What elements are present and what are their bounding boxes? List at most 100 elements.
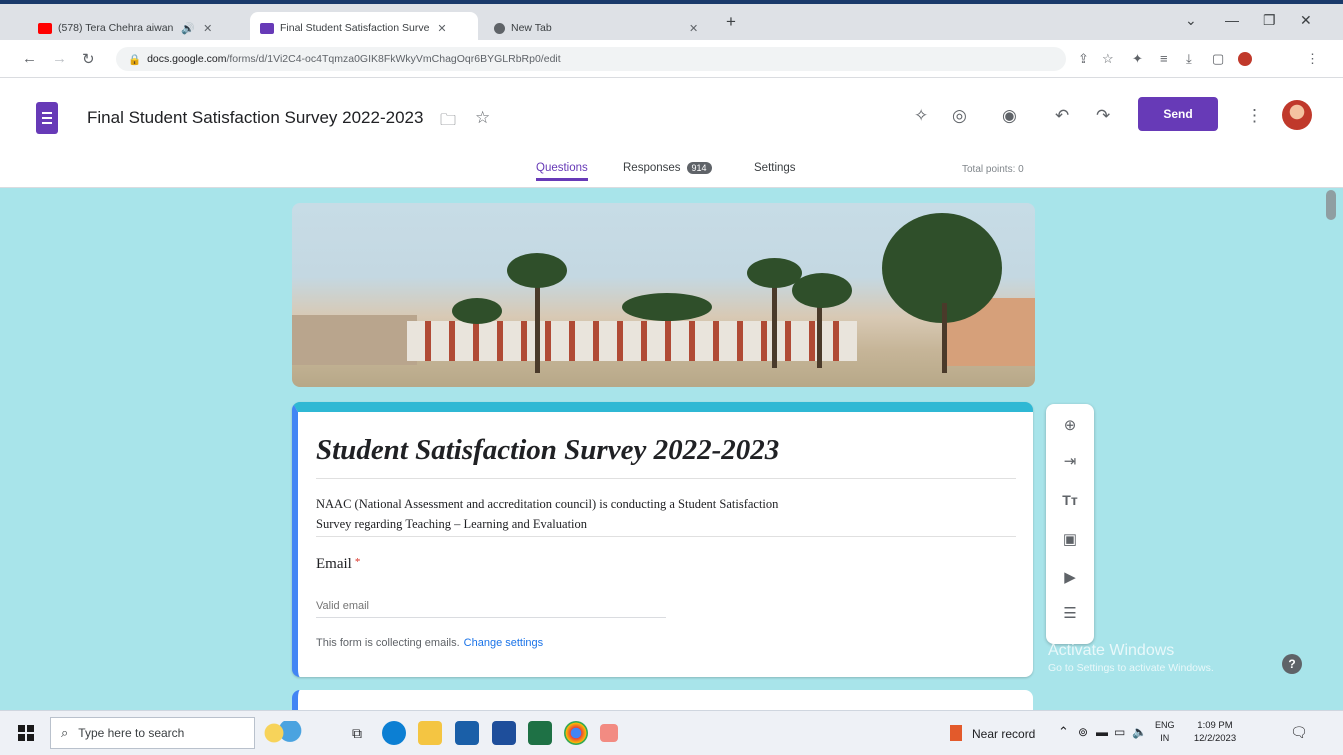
close-icon[interactable]: ✕	[437, 22, 446, 35]
clock-time: 1:09 PM	[1197, 720, 1233, 731]
battery-icon[interactable]: ▬	[1096, 725, 1108, 739]
activate-windows-watermark: Activate Windows Go to Settings to activ…	[1048, 642, 1214, 674]
add-section-icon[interactable]: ☰	[1060, 604, 1080, 622]
volume-icon[interactable]: 🔈	[1132, 725, 1147, 739]
chrome-icon	[494, 22, 505, 34]
more-options-icon[interactable]: ⋮	[1246, 106, 1263, 126]
display-icon[interactable]: ▭	[1114, 725, 1125, 739]
form-description-line: NAAC (National Assessment and accreditat…	[316, 497, 779, 511]
watermark-line: Go to Settings to activate Windows.	[1048, 662, 1214, 674]
undo-icon[interactable]: ↶	[1055, 106, 1069, 126]
send-button[interactable]: Send	[1138, 97, 1218, 131]
email-collection-note: This form is collecting emails. Change se…	[316, 637, 543, 649]
account-avatar[interactable]	[1282, 100, 1312, 130]
question-toolbar: ⊕ ⇥ Tт ▣ ▶ ☰	[1046, 404, 1094, 644]
tab-label: (578) Tera Chehra aiwan	[58, 22, 174, 34]
maximize-icon[interactable]: ❐	[1263, 12, 1276, 29]
required-asterisk: *	[354, 556, 361, 568]
search-icon: ⌕	[61, 725, 69, 740]
email-question-label: Email *	[316, 556, 360, 573]
tab-settings[interactable]: Settings	[754, 162, 796, 178]
extensions-icon[interactable]: ✦	[1132, 51, 1143, 67]
import-questions-icon[interactable]: ⇥	[1060, 452, 1080, 470]
tab-questions[interactable]: Questions	[536, 162, 588, 181]
form-title-card[interactable]: Student Satisfaction Survey 2022-2023 NA…	[292, 402, 1033, 677]
reload-icon[interactable]: ↻	[82, 50, 95, 68]
chevron-down-icon[interactable]: ⌄	[1185, 12, 1197, 29]
app-icon[interactable]	[600, 724, 618, 742]
google-forms-logo-icon[interactable]	[36, 102, 58, 134]
file-explorer-icon[interactable]	[418, 721, 442, 745]
help-button[interactable]: ?	[1282, 654, 1302, 674]
side-panel-icon[interactable]: ▢	[1212, 51, 1224, 67]
header-banner-image	[292, 203, 1035, 387]
add-video-icon[interactable]: ▶	[1060, 568, 1080, 586]
folder-icon[interactable]: 🗀	[440, 109, 456, 136]
mail-icon[interactable]	[455, 721, 479, 745]
url-field[interactable]: 🔒 docs.google.com /forms/d/1Vi2C4-oc4Tqm…	[116, 47, 1066, 71]
preview-eye-icon[interactable]: ◉	[1002, 106, 1017, 126]
lock-icon: 🔒	[128, 53, 142, 66]
close-icon[interactable]: ✕	[203, 22, 212, 35]
edge-icon[interactable]	[382, 721, 406, 745]
minimize-icon[interactable]: —	[1225, 12, 1239, 28]
close-window-icon[interactable]: ✕	[1300, 12, 1312, 29]
region-code: IN	[1160, 733, 1170, 743]
url-path: /forms/d/1Vi2C4-oc4Tqmza0GIK8FkWkyVmChag…	[226, 53, 561, 65]
notifications-icon[interactable]: 🗨	[1290, 724, 1308, 741]
url-host: docs.google.com	[147, 53, 227, 65]
download-icon[interactable]: ⤓	[1186, 51, 1192, 67]
divider	[316, 478, 1016, 479]
total-points: Total points: 0	[962, 164, 1024, 175]
excel-icon[interactable]	[528, 721, 552, 745]
back-icon[interactable]: ←	[22, 50, 37, 67]
forms-icon	[260, 22, 274, 34]
add-question-icon[interactable]: ⊕	[1060, 416, 1080, 434]
new-tab-button[interactable]: +	[726, 12, 736, 32]
tab-responses-label: Responses	[623, 162, 681, 174]
form-title[interactable]: Student Satisfaction Survey 2022-2023	[316, 434, 779, 467]
redo-icon[interactable]: ↷	[1096, 106, 1110, 126]
form-tabs: Questions Responses 914 Settings	[0, 162, 1343, 188]
email-field[interactable]	[316, 594, 666, 618]
menu-dots-icon[interactable]: ⋮	[1306, 51, 1319, 67]
reading-list-icon[interactable]: ≡	[1160, 51, 1168, 66]
taskbar-search-input[interactable]: ⌕ Type here to search	[50, 717, 255, 749]
change-settings-link[interactable]: Change settings	[464, 637, 544, 649]
weather-widget-icon[interactable]	[262, 721, 302, 745]
youtube-icon	[38, 22, 52, 34]
tab-responses[interactable]: Responses 914	[623, 162, 712, 178]
watermark-line: Activate Windows	[1048, 642, 1175, 659]
speaker-icon: 🔊	[181, 22, 196, 35]
profile-avatar[interactable]	[1238, 52, 1252, 66]
language-code: ENG	[1155, 720, 1175, 730]
clock[interactable]: 1:09 PM 12/2/2023	[1186, 719, 1244, 745]
divider	[316, 536, 1016, 537]
add-title-icon[interactable]: Tт	[1060, 492, 1080, 508]
bookmark-star-icon[interactable]: ☆	[1102, 51, 1114, 67]
browser-tab-strip: (578) Tera Chehra aiwan 🔊 ✕ Final Studen…	[0, 0, 1343, 44]
palette-icon[interactable]: ◎	[952, 106, 967, 126]
weather-alert-icon	[950, 725, 962, 741]
next-question-card[interactable]	[292, 690, 1033, 710]
weather-text[interactable]: Near record	[972, 727, 1035, 741]
word-icon[interactable]	[492, 721, 516, 745]
windows-start-icon[interactable]	[18, 725, 34, 741]
chrome-icon[interactable]	[564, 721, 588, 745]
form-document-title[interactable]: Final Student Satisfaction Survey 2022-2…	[87, 108, 423, 128]
star-icon[interactable]: ☆	[475, 108, 490, 128]
scrollbar[interactable]	[1326, 190, 1336, 220]
address-bar-row: ← → ↻ 🔒 docs.google.com /forms/d/1Vi2C4-…	[0, 40, 1343, 78]
chevron-up-icon[interactable]: ⌃	[1058, 724, 1069, 740]
add-image-icon[interactable]: ▣	[1060, 530, 1080, 548]
close-icon[interactable]: ✕	[689, 22, 698, 35]
share-icon[interactable]: ⇪	[1078, 51, 1089, 67]
addons-icon[interactable]: ✧	[914, 106, 928, 126]
network-icon[interactable]: ⊚	[1078, 725, 1088, 739]
forward-icon[interactable]: →	[52, 50, 67, 67]
task-view-icon[interactable]: ⧉	[345, 721, 369, 745]
email-label-text: Email	[316, 556, 352, 572]
language-indicator[interactable]: ENG IN	[1155, 719, 1175, 745]
form-description[interactable]: NAAC (National Assessment and accreditat…	[316, 494, 936, 534]
tab-label: Final Student Satisfaction Surve	[280, 22, 430, 34]
